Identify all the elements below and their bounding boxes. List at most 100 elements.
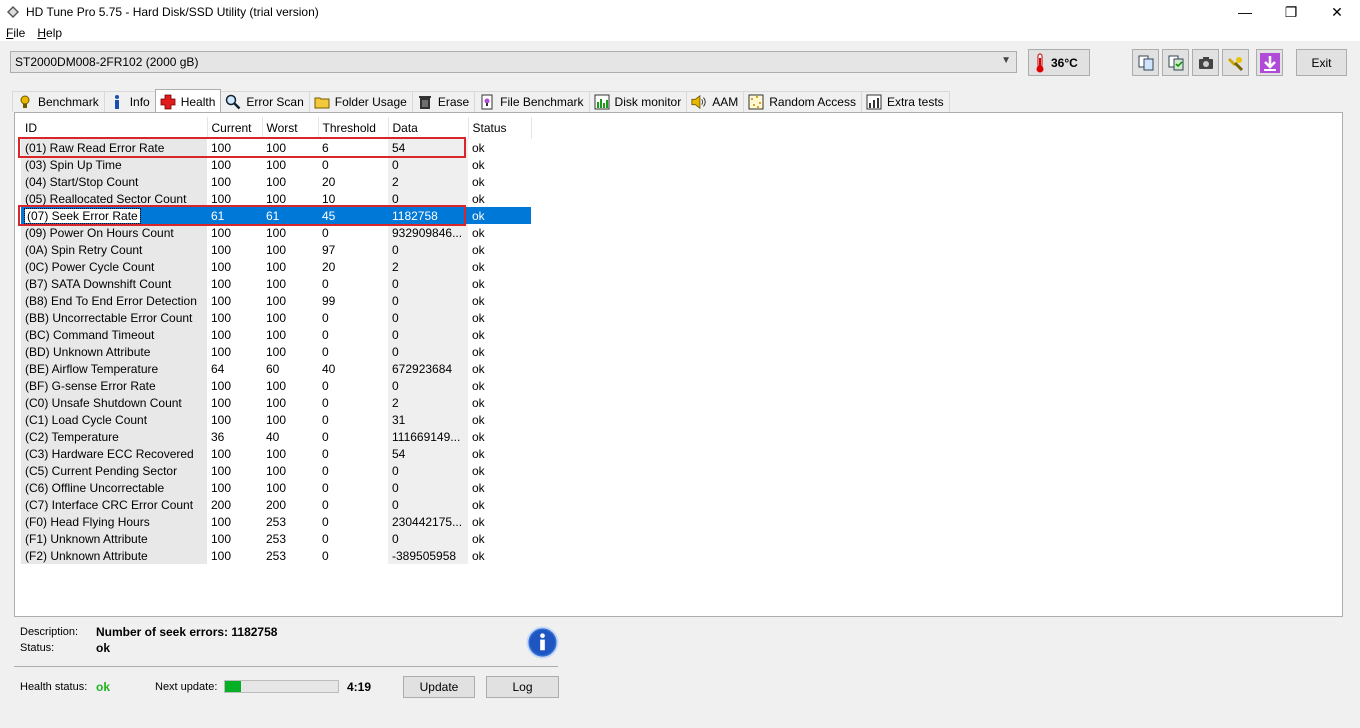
threshold-value: 0 (322, 548, 329, 563)
attribute-id: (0C) Power Cycle Count (21, 258, 207, 275)
attribute-id: (F2) Unknown Attribute (21, 547, 207, 564)
threshold-value: 0 (322, 429, 329, 444)
threshold-value: 0 (322, 531, 329, 546)
tab-health[interactable]: Health (154, 89, 222, 113)
tab-file-benchmark[interactable]: File Benchmark (474, 91, 590, 112)
table-row[interactable]: (0C) Power Cycle Count 100 100 20 2 ok (21, 258, 531, 275)
magnifier-icon (225, 94, 241, 110)
column-header-status[interactable]: Status (468, 117, 532, 139)
maximize-button[interactable]: ❐ (1268, 0, 1314, 24)
current-value: 36 (211, 429, 225, 444)
threshold-value: 99 (322, 293, 336, 308)
threshold-value: 0 (322, 514, 329, 529)
current-value: 100 (211, 259, 232, 274)
drive-select-value: ST2000DM008-2FR102 (2000 gB) (15, 55, 199, 69)
tab-error-scan[interactable]: Error Scan (220, 91, 310, 112)
table-row[interactable]: (04) Start/Stop Count 100 100 20 2 ok (21, 173, 531, 190)
threshold-value: 0 (322, 412, 329, 427)
status-value: ok (472, 531, 485, 546)
table-row[interactable]: (09) Power On Hours Count 100 100 0 93290984… (21, 224, 531, 241)
current-value: 200 (211, 497, 232, 512)
data-value: 2 (388, 258, 468, 275)
current-value: 100 (211, 514, 232, 529)
worst-value: 100 (266, 276, 287, 291)
close-button[interactable]: ✕ (1314, 0, 1360, 24)
table-row[interactable]: (C6) Offline Uncorrectable 100 100 0 0 ok (21, 479, 531, 496)
table-row[interactable]: (BE) Airflow Temperature 64 60 40 672923684 o… (21, 360, 531, 377)
table-row[interactable]: (BD) Unknown Attribute 100 100 0 0 ok (21, 343, 531, 360)
copy-info-button[interactable] (1132, 49, 1159, 76)
table-row[interactable]: (BC) Command Timeout 100 100 0 0 ok (21, 326, 531, 343)
table-row[interactable]: (C5) Current Pending Sector 100 100 0 0 ok (21, 462, 531, 479)
table-row[interactable]: (F0) Head Flying Hours 100 253 0 230442175..… (21, 513, 531, 530)
table-row[interactable]: (0A) Spin Retry Count 100 100 97 0 ok (21, 241, 531, 258)
menu-bar: File Help (0, 24, 1360, 42)
extra-tests-icon (866, 94, 882, 110)
attribute-id: (C2) Temperature (21, 428, 207, 445)
tab-disk-monitor[interactable]: Disk monitor (588, 91, 688, 112)
temperature-value: 36°C (1051, 55, 1078, 70)
data-value: 2 (388, 173, 468, 190)
save-button[interactable] (1256, 49, 1283, 76)
threshold-value: 0 (322, 497, 329, 512)
table-row[interactable]: (C3) Hardware ECC Recovered 100 100 0 54 ok (21, 445, 531, 462)
tab-folder-usage[interactable]: Folder Usage (308, 91, 413, 112)
tab-extra-tests[interactable]: Extra tests (860, 91, 950, 112)
column-header-worst[interactable]: Worst (262, 117, 319, 139)
log-button[interactable]: Log (486, 676, 559, 698)
table-row[interactable]: (F1) Unknown Attribute 100 253 0 0 ok (21, 530, 531, 547)
column-header-current[interactable]: Current (207, 117, 263, 139)
table-row[interactable]: (C2) Temperature 36 40 0 111669149... ok (21, 428, 531, 445)
minimize-button[interactable]: — (1222, 0, 1268, 24)
table-row[interactable]: (BB) Uncorrectable Error Count 100 100 0 0 ok (21, 309, 531, 326)
column-header-threshold[interactable]: Threshold (318, 117, 389, 139)
tab-benchmark[interactable]: Benchmark (12, 91, 105, 112)
column-header-data[interactable]: Data (388, 117, 469, 139)
status-value: ok (472, 174, 485, 189)
table-row[interactable]: (C1) Load Cycle Count 100 100 0 31 ok (21, 411, 531, 428)
status-value: ok (472, 412, 485, 427)
options-button[interactable] (1222, 49, 1249, 76)
tab-info[interactable]: Info (103, 91, 156, 112)
tab-file-benchmark-label: File Benchmark (500, 95, 584, 109)
status-label: Status: (20, 642, 55, 654)
table-row[interactable]: (F2) Unknown Attribute 100 253 0 -389505958 o… (21, 547, 531, 564)
data-value: 31 (388, 411, 468, 428)
table-row[interactable]: (BF) G-sense Error Rate 100 100 0 0 ok (21, 377, 531, 394)
exit-button[interactable]: Exit (1296, 49, 1347, 76)
status-value: ok (472, 276, 485, 291)
column-header-id[interactable]: ID (21, 117, 208, 139)
tab-erase[interactable]: Erase (411, 91, 476, 112)
update-button[interactable]: Update (403, 676, 475, 698)
threshold-value: 0 (322, 463, 329, 478)
table-row[interactable]: (03) Spin Up Time 100 100 0 0 ok (21, 156, 531, 173)
data-value: 0 (388, 326, 468, 343)
worst-value: 100 (266, 412, 287, 427)
tab-bar: Benchmark Info Health Error Scan Folder … (12, 89, 950, 113)
screenshot-button[interactable] (1192, 49, 1219, 76)
highlight-box-seek-error (18, 205, 466, 226)
title-bar: HD Tune Pro 5.75 - Hard Disk/SSD Utility… (0, 0, 1360, 24)
threshold-value: 40 (322, 361, 336, 376)
copy-all-button[interactable] (1162, 49, 1189, 76)
tab-benchmark-label: Benchmark (38, 95, 99, 109)
table-row[interactable]: (B8) End To End Error Detection 100 100 99 0… (21, 292, 531, 309)
threshold-value: 0 (322, 446, 329, 461)
worst-value: 253 (266, 548, 287, 563)
status-value: ok (472, 463, 485, 478)
table-row[interactable]: (B7) SATA Downshift Count 100 100 0 0 ok (21, 275, 531, 292)
tab-aam[interactable]: AAM (686, 91, 745, 112)
attribute-id: (C5) Current Pending Sector (21, 462, 207, 479)
menu-file[interactable]: File (6, 26, 25, 40)
status-value: ok (472, 293, 485, 308)
current-value: 100 (211, 378, 232, 393)
attribute-id: (C7) Interface CRC Error Count (21, 496, 207, 513)
table-row[interactable]: (C7) Interface CRC Error Count 200 200 0 0 ok (21, 496, 531, 513)
menu-help[interactable]: Help (37, 26, 62, 40)
attribute-id: (03) Spin Up Time (21, 156, 207, 173)
status-value: ok (472, 191, 485, 206)
drive-select[interactable]: ST2000DM008-2FR102 (2000 gB) ▼ (10, 51, 1017, 73)
worst-value: 100 (266, 463, 287, 478)
tab-random-access[interactable]: Random Access (743, 91, 862, 112)
table-row[interactable]: (C0) Unsafe Shutdown Count 100 100 0 2 ok (21, 394, 531, 411)
